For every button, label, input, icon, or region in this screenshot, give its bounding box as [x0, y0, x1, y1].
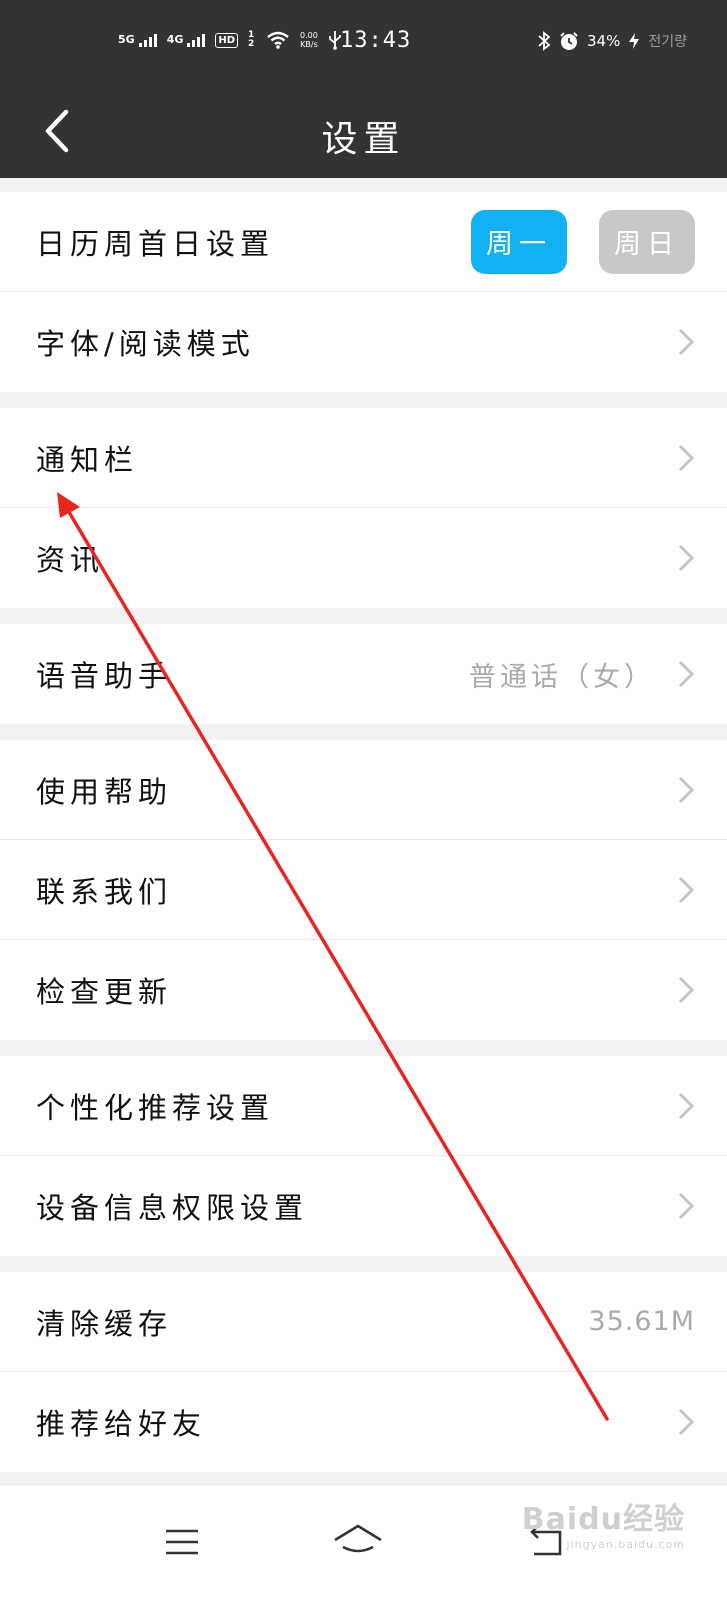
section-support: 使用帮助 联系我们 检查更新 — [0, 740, 727, 1040]
row-news[interactable]: 资讯 — [0, 508, 727, 608]
row-contact-us[interactable]: 联系我们 — [0, 840, 727, 940]
section-storage: 清除缓存 35.61M 推荐给好友 — [0, 1272, 727, 1472]
row-label: 检查更新 — [36, 975, 173, 1009]
net-speed: 0.00 KB/s — [300, 31, 318, 49]
row-label: 资讯 — [36, 543, 105, 577]
wifi-icon — [267, 31, 289, 49]
row-label: 日历周首日设置 — [36, 226, 275, 261]
watermark-text: Baidu经验 — [521, 1502, 685, 1537]
first-day-toggle: 周一 周日 — [471, 209, 695, 274]
section-voice: 语音助手 普通话（女） — [0, 624, 727, 724]
page-title: 设置 — [321, 119, 406, 160]
status-right: 34% 전기량 — [537, 31, 687, 51]
row-label: 使用帮助 — [36, 774, 173, 809]
chevron-right-icon — [678, 976, 695, 1004]
cache-size: 35.61M — [588, 1306, 695, 1337]
home-button[interactable] — [318, 1506, 398, 1578]
row-notification-bar[interactable]: 通知栏 — [0, 408, 727, 508]
charging-icon — [629, 33, 640, 49]
home-icon — [334, 1524, 382, 1553]
row-label: 语音助手 — [36, 659, 173, 693]
row-label: 字体/阅读模式 — [36, 327, 255, 361]
net-speed-unit: KB/s — [300, 40, 318, 49]
row-label: 清除缓存 — [36, 1306, 173, 1341]
net-speed-value: 0.00 — [300, 31, 318, 40]
hd-badge: HD — [215, 32, 239, 48]
row-label: 联系我们 — [36, 874, 173, 909]
chevron-right-icon — [678, 660, 695, 688]
row-share-to-friends[interactable]: 推荐给好友 — [0, 1372, 727, 1472]
status-left: 5G 4G HD 1 2 0.00 KB/s — [118, 30, 342, 50]
row-label: 个性化推荐设置 — [36, 1090, 275, 1125]
row-device-permissions[interactable]: 设备信息权限设置 — [0, 1156, 727, 1256]
row-calendar-first-day: 日历周首日设置 周一 周日 — [0, 192, 727, 292]
watermark-url: jingyan.baidu.com — [566, 1538, 685, 1551]
row-check-update[interactable]: 检查更新 — [0, 940, 727, 1040]
sunday-button[interactable]: 周日 — [599, 209, 695, 274]
row-font-reading-mode[interactable]: 字体/阅读模式 — [0, 292, 727, 392]
chevron-right-icon — [678, 1192, 695, 1220]
chevron-right-icon — [678, 328, 695, 356]
settings-list: 日历周首日设置 周一 周日 字体/阅读模式 通知栏 资讯 语音助手 普通话（女） — [0, 178, 727, 1488]
menu-button[interactable] — [142, 1506, 222, 1578]
clock: 13:43 — [340, 28, 412, 53]
monday-button[interactable]: 周一 — [471, 209, 567, 274]
row-label: 通知栏 — [36, 442, 139, 477]
alarm-icon — [560, 32, 578, 50]
row-help[interactable]: 使用帮助 — [0, 740, 727, 840]
signal-4g-label: 4G — [166, 32, 184, 46]
row-label: 推荐给好友 — [36, 1407, 207, 1441]
bluetooth-icon — [538, 31, 551, 51]
chevron-right-icon — [678, 876, 695, 903]
signal-4g-icon: 4G — [166, 32, 206, 47]
chevron-right-icon — [678, 444, 695, 471]
baidu-watermark: Baidu经验 jingyan.baidu.com — [522, 1494, 685, 1551]
title-bar: 设置 — [0, 84, 727, 178]
section-content: 通知栏 资讯 — [0, 408, 727, 608]
chevron-right-icon — [678, 1408, 695, 1436]
section-display: 日历周首日设置 周一 周日 字体/阅读模式 — [0, 192, 727, 392]
row-voice-assistant[interactable]: 语音助手 普通话（女） — [0, 624, 727, 724]
chevron-right-icon — [678, 776, 695, 803]
chevron-right-icon — [678, 1092, 695, 1119]
row-personalized-recommendation[interactable]: 个性化推荐设置 — [0, 1056, 727, 1156]
row-clear-cache[interactable]: 清除缓存 35.61M — [0, 1272, 727, 1372]
battery-extra-label: 전기량 — [648, 34, 687, 50]
row-label: 设备信息权限设置 — [36, 1191, 309, 1225]
section-privacy: 个性化推荐设置 设备信息权限设置 — [0, 1056, 727, 1256]
menu-icon — [166, 1529, 198, 1555]
battery-percent: 34% — [587, 32, 621, 50]
status-bar: 5G 4G HD 1 2 0.00 KB/s 13:43 34% 전기량 — [0, 0, 727, 84]
signal-5g-icon: 5G — [118, 32, 157, 47]
hd-sub-label: 1 2 — [248, 30, 255, 49]
signal-5g-label: 5G — [118, 32, 135, 46]
chevron-right-icon — [678, 544, 695, 572]
voice-value: 普通话（女） — [469, 661, 655, 693]
